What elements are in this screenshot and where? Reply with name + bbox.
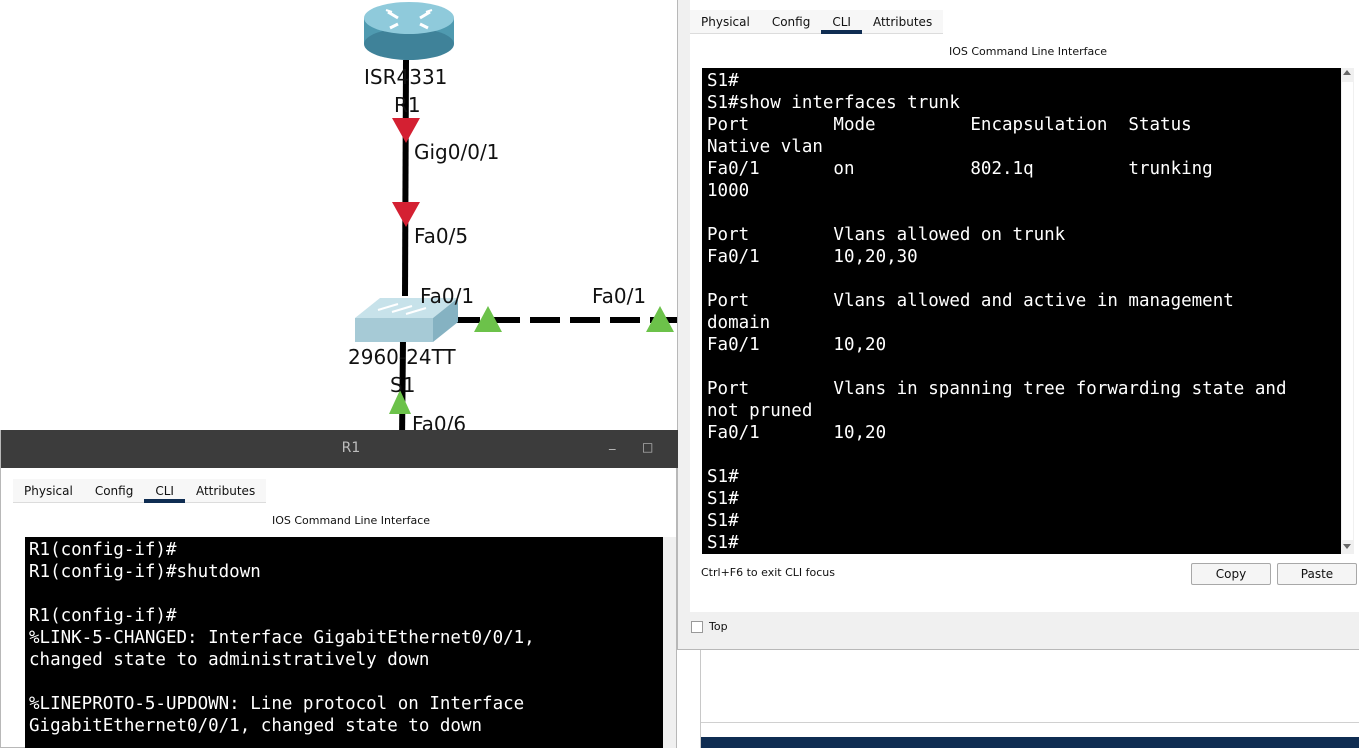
s1-terminal-line: S1# bbox=[707, 511, 739, 531]
s1-terminal-line: Port Vlans allowed and active in managem… bbox=[707, 291, 1234, 311]
r1-tab-cli[interactable]: CLI bbox=[144, 479, 185, 503]
s1-terminal-line: Fa0/1 10,20,30 bbox=[707, 247, 918, 267]
r1-terminal[interactable]: R1(config-if)# R1(config-if)#shutdown R1… bbox=[25, 537, 663, 748]
r1-terminal-line: GigabitEthernet0/0/1, changed state to d… bbox=[29, 716, 483, 736]
s1-terminal-line bbox=[707, 444, 1341, 466]
r1-device-window: R1 _ □ Physical Config CLI Attributes IO… bbox=[0, 430, 678, 748]
port-label-fa05: Fa0/5 bbox=[414, 224, 469, 248]
s1-tab-config[interactable]: Config bbox=[761, 10, 822, 33]
r1-titlebar[interactable]: R1 _ □ bbox=[1, 430, 678, 468]
copy-button[interactable]: Copy bbox=[1191, 563, 1271, 585]
r1-window-title: R1 bbox=[341, 440, 361, 456]
s1-tab-attributes[interactable]: Attributes bbox=[862, 10, 943, 33]
scroll-thumb[interactable] bbox=[1342, 82, 1353, 540]
s1-terminal-line: S1#show interfaces trunk bbox=[707, 93, 960, 113]
r1-tab-physical[interactable]: Physical bbox=[13, 479, 84, 502]
switch-model-label: 2960-24TT bbox=[348, 345, 456, 369]
r1-terminal-line: %LINEPROTO-5-UPDOWN: Line protocol on In… bbox=[29, 694, 525, 714]
s1-terminal-line: Port Mode Encapsulation Status bbox=[707, 115, 1192, 135]
s1-terminal-line: S1# bbox=[707, 467, 739, 487]
port-label-remote-fa01: Fa0/1 bbox=[592, 284, 647, 308]
switch-name-label: S1 bbox=[390, 373, 416, 397]
r1-tab-config[interactable]: Config bbox=[84, 479, 145, 502]
port-label-gig001: Gig0/0/1 bbox=[414, 140, 500, 164]
s1-terminal-line: Fa0/1 10,20 bbox=[707, 423, 887, 443]
top-checkbox[interactable] bbox=[691, 621, 703, 633]
background-window-divider bbox=[701, 722, 1359, 723]
scroll-down-icon[interactable] bbox=[1343, 544, 1351, 549]
paste-button[interactable]: Paste bbox=[1277, 563, 1357, 585]
r1-terminal-line bbox=[29, 583, 663, 605]
s1-terminal-line: Port Vlans allowed on trunk bbox=[707, 225, 1066, 245]
background-taskbar bbox=[701, 737, 1359, 748]
s1-terminal-line: Fa0/1 on 802.1q trunking bbox=[707, 159, 1213, 179]
minimize-icon[interactable]: _ bbox=[609, 436, 616, 451]
r1-tabbar: Physical Config CLI Attributes bbox=[13, 479, 267, 503]
s1-tab-cli[interactable]: CLI bbox=[821, 10, 862, 34]
r1-terminal-line: R1(config-if)# bbox=[29, 606, 177, 626]
port-label-s1-fa01: Fa0/1 bbox=[420, 284, 475, 308]
s1-device-window: Physical Config CLI Attributes IOS Comma… bbox=[677, 0, 1359, 650]
r1-tab-attributes[interactable]: Attributes bbox=[185, 479, 266, 502]
s1-terminal-line: domain bbox=[707, 313, 771, 333]
s1-terminal-line: 1000 bbox=[707, 181, 750, 201]
maximize-icon[interactable]: □ bbox=[642, 440, 653, 454]
r1-terminal-line: R1(config-if)# bbox=[29, 540, 177, 560]
r1-terminal-scrollbar[interactable] bbox=[663, 537, 676, 748]
router-name-label: R1 bbox=[394, 93, 421, 117]
s1-terminal-line bbox=[707, 268, 1341, 290]
top-checkbox-label: Top bbox=[709, 620, 728, 633]
r1-terminal-line: R1(config-if)#shutdown bbox=[29, 562, 261, 582]
s1-terminal-line: Fa0/1 10,20 bbox=[707, 335, 887, 355]
s1-terminal-line: S1# bbox=[707, 489, 739, 509]
s1-cli-title: IOS Command Line Interface bbox=[948, 45, 1108, 58]
s1-terminal-line bbox=[707, 202, 1341, 224]
router-model-label: ISR4331 bbox=[364, 65, 448, 89]
r1-terminal-line: %LINK-5-CHANGED: Interface GigabitEthern… bbox=[29, 628, 535, 648]
s1-terminal-line: Native vlan bbox=[707, 137, 823, 157]
r1-terminal-line: changed state to administratively down bbox=[29, 650, 430, 670]
background-window bbox=[700, 650, 1359, 748]
s1-terminal-line: not pruned bbox=[707, 401, 813, 421]
r1-cli-title: IOS Command Line Interface bbox=[271, 514, 431, 527]
s1-terminal-line: Port Vlans in spanning tree forwarding s… bbox=[707, 379, 1287, 399]
scroll-up-icon[interactable] bbox=[1343, 70, 1351, 75]
router-icon[interactable] bbox=[364, 2, 454, 60]
s1-tabbar: Physical Config CLI Attributes bbox=[690, 10, 944, 34]
s1-terminal-line: S1# bbox=[707, 71, 739, 91]
s1-terminal-scrollbar[interactable] bbox=[1341, 68, 1354, 554]
s1-focus-hint: Ctrl+F6 to exit CLI focus bbox=[701, 566, 836, 579]
r1-terminal-line bbox=[29, 671, 663, 693]
s1-terminal[interactable]: S1# S1#show interfaces trunk Port Mode E… bbox=[702, 68, 1341, 554]
s1-tab-physical[interactable]: Physical bbox=[690, 10, 761, 33]
s1-terminal-line bbox=[707, 356, 1341, 378]
s1-terminal-line: S1# bbox=[707, 533, 739, 553]
